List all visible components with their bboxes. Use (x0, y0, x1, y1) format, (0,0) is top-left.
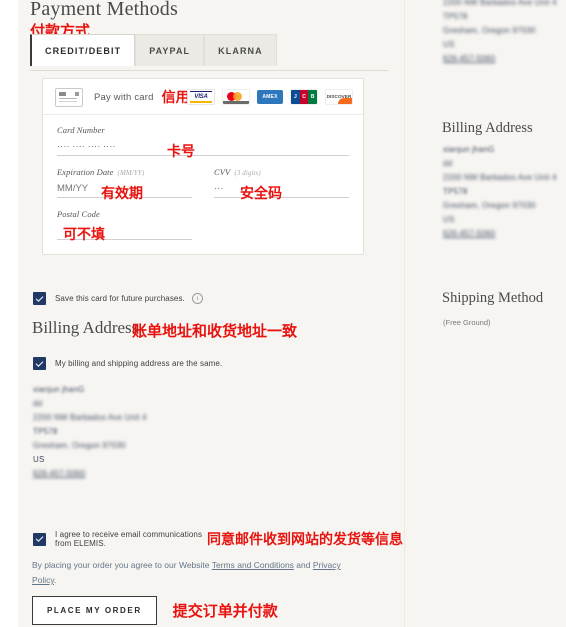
email-consent-checkbox[interactable] (33, 532, 46, 546)
annotation-expiration: 有效期 (101, 186, 143, 202)
email-consent-label: I agree to receive email communications … (55, 530, 203, 548)
tab-klarna[interactable]: KLARNA (204, 34, 277, 66)
sidebar-billing-line: 626-457-5060 (443, 229, 496, 238)
billing-address-line: US (33, 455, 45, 464)
billing-address-line: 626-457-5060 (33, 469, 86, 478)
terms-middle: and (293, 560, 313, 570)
expiration-label-text: Expiration Date (57, 167, 114, 177)
terms-and-conditions-link[interactable]: Terms and Conditions (212, 560, 294, 570)
postal-spacer (214, 209, 349, 240)
payment-method-tabs: CREDIT/DEBIT PAYPAL KLARNA (30, 34, 277, 66)
credit-card-form: Pay with card 信用卡 VISA AMEX JCB DISCOVER (42, 78, 364, 255)
shipping-address-line: US (443, 40, 455, 49)
same-address-checkbox[interactable] (33, 357, 46, 370)
postal-field-wrap: Postal Code 可不填 (57, 209, 192, 243)
tab-klarna-label: KLARNA (218, 46, 263, 56)
card-number-input[interactable] (57, 135, 349, 156)
pay-with-card-label: Pay with card (94, 91, 154, 103)
terms-text: By placing your order you agree to our W… (32, 558, 342, 588)
terms-suffix: . (54, 575, 57, 585)
expiration-field-wrap: Expiration Date(MM/YY) 有效期 (57, 167, 192, 202)
postal-code-label: Postal Code (57, 209, 100, 219)
card-number-field-wrap: Card Number 卡号 (57, 125, 349, 160)
billing-address-heading: Billing Address (32, 318, 139, 337)
mastercard-icon (222, 88, 250, 105)
amex-icon: AMEX (257, 89, 283, 104)
shipping-address-line: Gresham, Oregon 97030 (443, 26, 536, 35)
billing-address-line: dd (33, 399, 43, 408)
info-icon[interactable]: i (191, 293, 203, 304)
sidebar-billing-line: TP578 (443, 187, 468, 196)
tab-credit-debit-label: CREDIT/DEBIT (45, 46, 122, 56)
shipping-method-heading: Shipping Method (442, 290, 544, 306)
expiration-label: Expiration Date (MM/YY) (57, 167, 192, 177)
cvv-field-wrap: CVV(3 digits) 安全码 (214, 167, 349, 202)
cvv-label: CVV (3 digits) (214, 167, 349, 177)
shipping-address-block: 2200 NW Barbados Ave Unit 4 TP578 Gresha… (443, 0, 557, 66)
cvv-label-text: CVV (214, 167, 231, 177)
annotation-email-consent: 同意邮件收到网站的发货等信息 (207, 532, 403, 548)
sidebar-billing-line: US (443, 215, 455, 224)
column-divider (404, 0, 405, 627)
annotation-cvv: 安全码 (240, 186, 282, 202)
postal-row: Postal Code 可不填 (57, 209, 349, 243)
terms-prefix: By placing your order you agree to our W… (32, 560, 212, 570)
annotation-card-number: 卡号 (167, 144, 195, 160)
expiration-hint: (MM/YY) (117, 169, 145, 177)
sidebar-billing-address-heading: Billing Address (442, 120, 533, 136)
tab-paypal[interactable]: PAYPAL (135, 34, 205, 66)
checkout-page: Payment Methods 付款方式 CREDIT/DEBIT PAYPAL… (0, 0, 566, 627)
order-summary-column: 2200 NW Barbados Ave Unit 4 TP578 Gresha… (425, 0, 566, 627)
tab-credit-debit[interactable]: CREDIT/DEBIT (30, 34, 136, 66)
save-card-checkbox[interactable] (33, 292, 46, 305)
annotation-billing-address: 账单地址和收货地址一致 (132, 322, 298, 340)
billing-address-line: TP578 (33, 427, 58, 436)
sidebar-billing-address-block: xianjun jhanG dd 2200 NW Barbados Ave Un… (443, 143, 557, 241)
shipping-method-value: (Free Ground) (443, 318, 491, 327)
accepted-card-brands: VISA AMEX JCB DISCOVER (187, 88, 353, 105)
email-consent-row: I agree to receive email communications … (33, 529, 403, 549)
cvv-hint: (3 digits) (234, 169, 261, 177)
credit-card-icon (55, 87, 83, 107)
shipping-address-line: 626-457-5060 (443, 54, 496, 63)
place-my-order-button[interactable]: PLACE MY ORDER (32, 596, 157, 625)
billing-address-block: xianjun jhanG dd 2200 NW Barbados Ave Un… (33, 383, 147, 481)
pay-with-card-row: Pay with card 信用卡 VISA AMEX JCB DISCOVER (43, 79, 363, 115)
jcb-icon: JCB (290, 88, 318, 105)
sidebar-billing-line: 2200 NW Barbados Ave Unit 4 (443, 173, 557, 182)
billing-address-line: 2200 NW Barbados Ave Unit 4 (33, 413, 147, 422)
card-number-label: Card Number (57, 125, 105, 135)
sidebar-billing-line: xianjun jhanG (443, 145, 495, 154)
same-address-label: My billing and shipping address are the … (55, 359, 223, 368)
tabs-underline (30, 70, 388, 71)
annotation-place-order: 提交订单并付款 (172, 602, 278, 620)
billing-address-line: xianjun jhanG (33, 385, 85, 394)
shipping-address-line: 2200 NW Barbados Ave Unit 4 (443, 0, 557, 7)
annotation-postal-code: 可不填 (63, 227, 105, 243)
card-fields: Card Number 卡号 Expiration Date(MM/YY) 有效… (43, 115, 363, 254)
save-card-label: Save this card for future purchases. (55, 294, 185, 303)
sidebar-billing-line: Gresham, Oregon 97030 (443, 201, 536, 210)
shipping-address-line: TP578 (443, 12, 468, 21)
tab-paypal-label: PAYPAL (149, 46, 191, 56)
same-address-row: My billing and shipping address are the … (33, 357, 222, 370)
discover-icon: DISCOVER (325, 88, 353, 105)
page-title: Payment Methods (30, 0, 178, 20)
save-card-row: Save this card for future purchases. i (33, 292, 203, 305)
visa-icon: VISA (187, 88, 215, 105)
billing-address-line: Gresham, Oregon 97030 (33, 441, 126, 450)
payment-column: Payment Methods 付款方式 CREDIT/DEBIT PAYPAL… (18, 0, 403, 627)
place-order-row: PLACE MY ORDER 提交订单并付款 (32, 596, 278, 625)
expiry-cvv-row: Expiration Date(MM/YY) 有效期 CVV(3 digits)… (57, 167, 349, 202)
sidebar-billing-line: dd (443, 159, 453, 168)
